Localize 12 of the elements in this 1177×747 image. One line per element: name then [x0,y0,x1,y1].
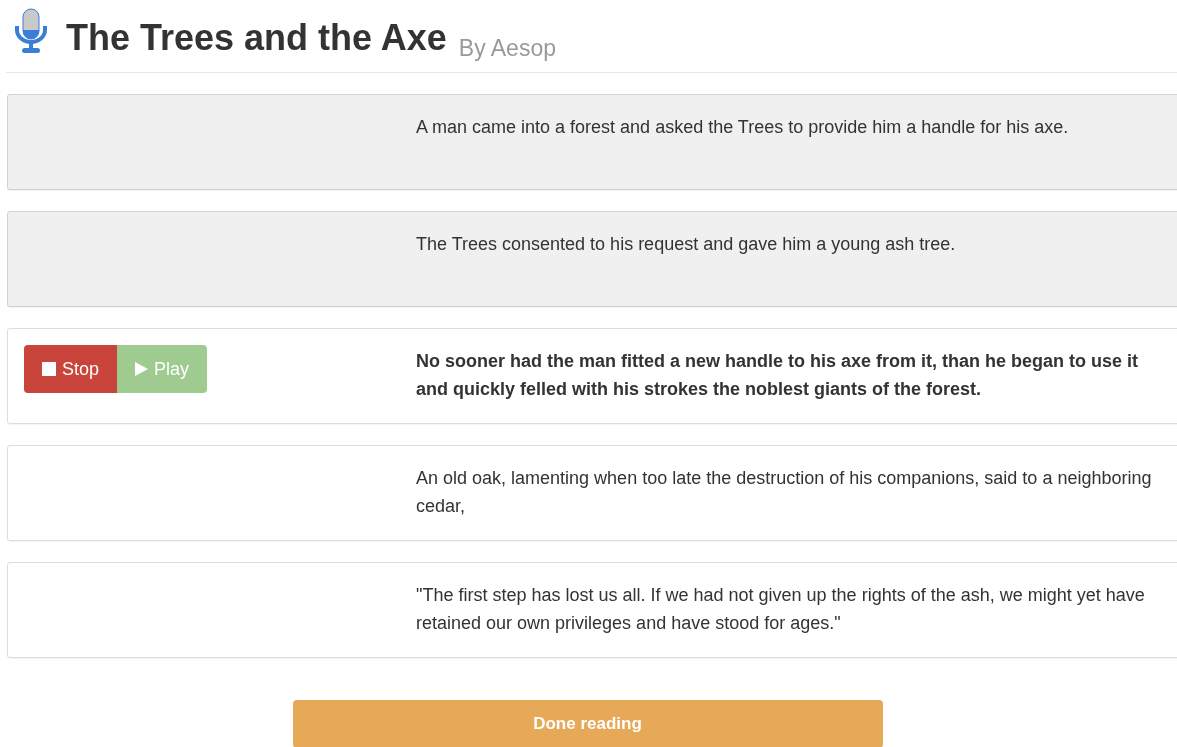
sentence-text: "The first step has lost us all. If we had not given up the rights of the ash, we might yet have retained our own privileges and have stood for ages." [416,584,1146,635]
done-reading-button[interactable]: Done reading [292,700,883,747]
sentence-text: The Trees consented to his request and gave him a young ash tree. [416,233,957,256]
sentence-text: A man came into a forest and asked the Trees to provide him a handle for his axe. [416,116,1070,139]
stop-icon [42,362,56,376]
stop-button[interactable]: Stop [24,345,118,393]
microphone-icon [14,8,48,54]
play-icon [135,362,149,376]
sentence-text: No sooner had the man fitted a new handle to his axe from it, than he began to use it and quickly felled with his strokes the noblest giants of the forest. [416,350,1140,401]
author-byline: By Aesop [458,37,556,60]
sentence-text: An old oak, lamenting when too late the destruction of his companions, said to a neighboring cedar, [416,467,1153,518]
story-title: The Trees and the Axe [66,20,447,56]
